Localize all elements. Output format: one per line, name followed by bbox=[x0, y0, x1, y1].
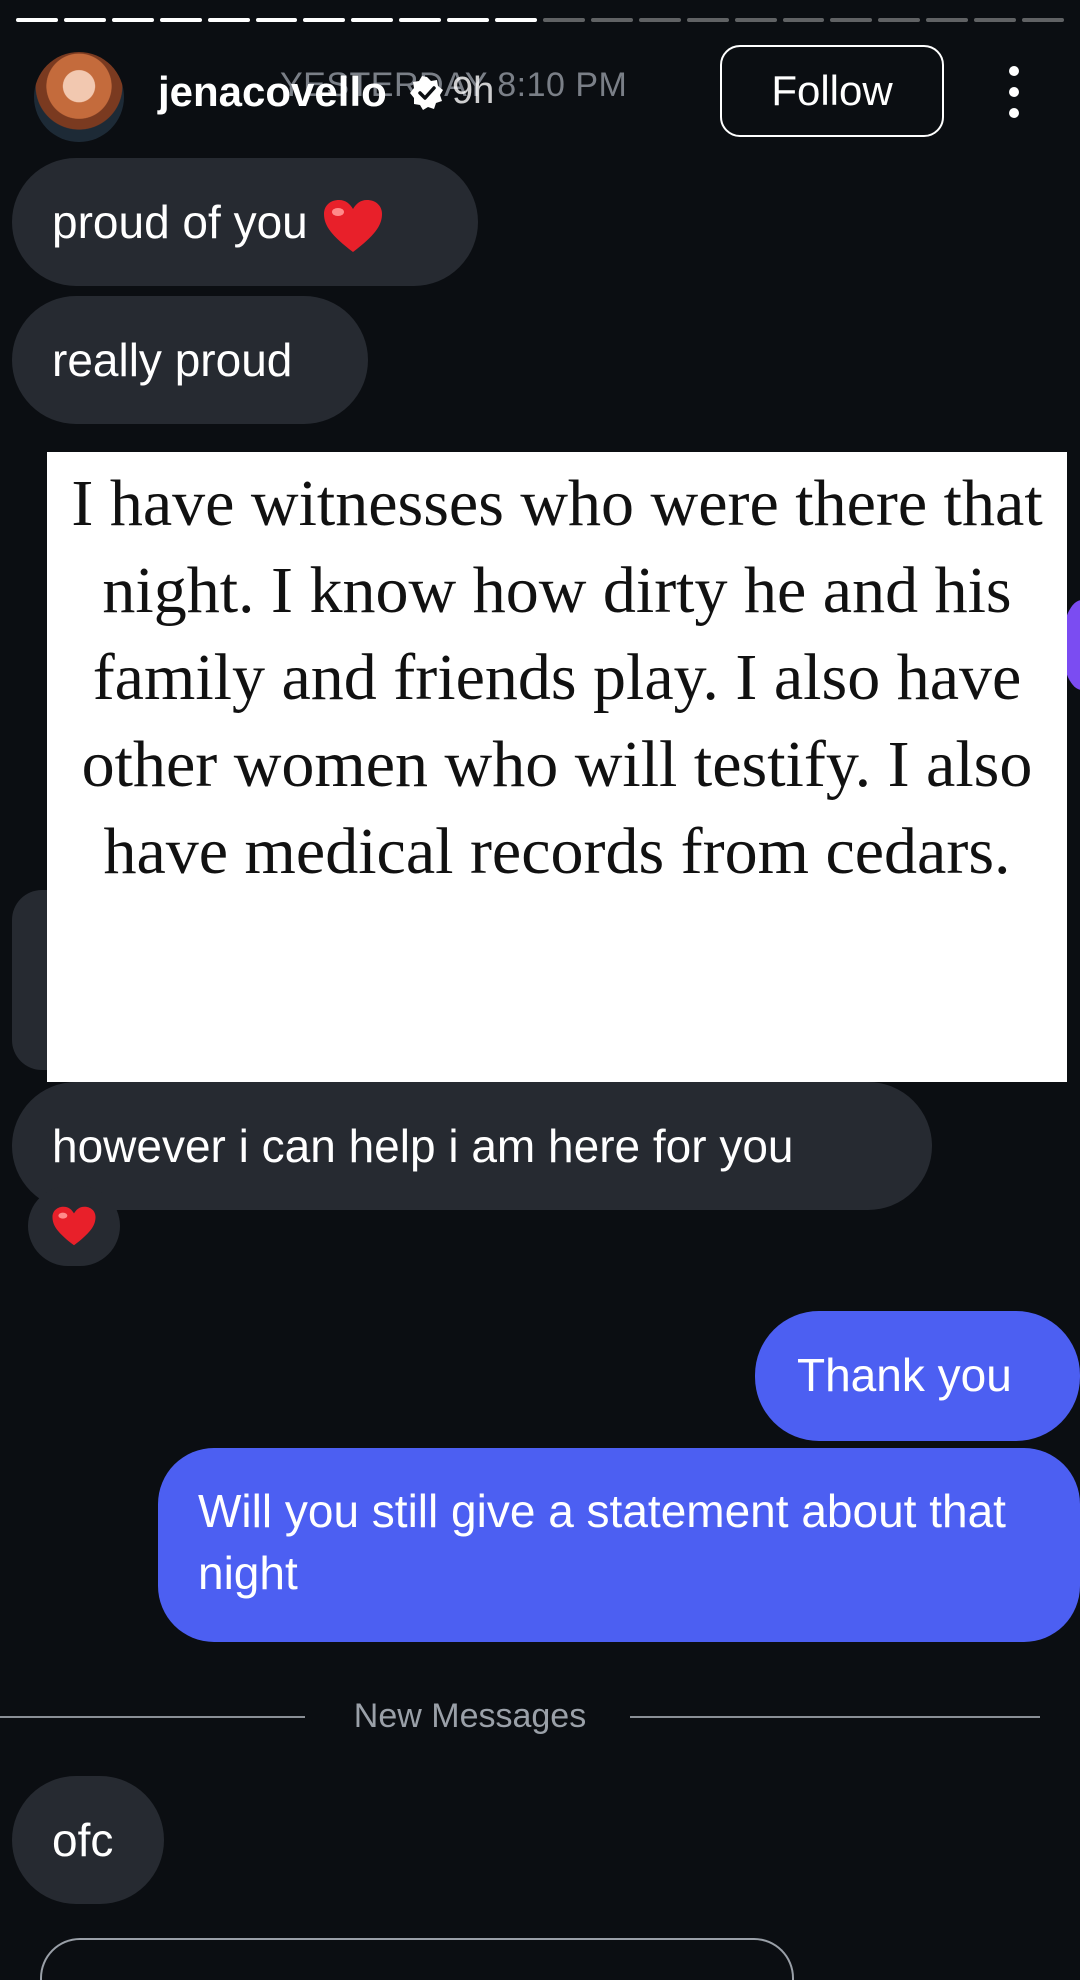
message-text: Thank you bbox=[797, 1349, 1012, 1401]
progress-segment bbox=[495, 18, 537, 22]
progress-segment bbox=[878, 18, 921, 22]
new-messages-label: New Messages bbox=[353, 1697, 587, 1735]
message-text: really proud bbox=[52, 334, 293, 386]
message-bubble-incoming[interactable]: ofc bbox=[12, 1776, 164, 1904]
reaction-badge[interactable] bbox=[28, 1186, 120, 1266]
progress-segment bbox=[16, 18, 58, 22]
progress-segment bbox=[303, 18, 346, 22]
message-bubble-outgoing[interactable]: Thank you bbox=[755, 1311, 1080, 1441]
progress-segment bbox=[686, 18, 729, 22]
progress-segment bbox=[255, 18, 298, 22]
verified-badge-icon bbox=[410, 76, 443, 110]
red-heart-emoji bbox=[52, 1206, 96, 1246]
follow-button[interactable]: Follow bbox=[720, 45, 944, 137]
progress-segment bbox=[638, 18, 681, 22]
pasted-statement-card: I have witnesses who were there that nig… bbox=[47, 452, 1067, 1082]
message-bubble-outgoing[interactable]: Will you still give a statement about th… bbox=[158, 1448, 1080, 1642]
message-text: Will you still give a statement about th… bbox=[198, 1485, 1006, 1599]
story-progress-bar bbox=[16, 18, 1064, 22]
progress-segment bbox=[926, 18, 969, 22]
progress-segment bbox=[590, 18, 633, 22]
progress-segment bbox=[399, 18, 442, 22]
avatar[interactable] bbox=[34, 52, 124, 142]
new-messages-divider: New Messages bbox=[0, 1697, 1040, 1737]
progress-segment bbox=[830, 18, 873, 22]
progress-segment bbox=[974, 18, 1017, 22]
progress-segment bbox=[1022, 18, 1064, 22]
message-text: proud of you bbox=[52, 196, 308, 248]
progress-segment bbox=[542, 18, 585, 22]
message-input-edge[interactable] bbox=[40, 1938, 794, 1980]
more-options-icon[interactable] bbox=[1000, 66, 1028, 118]
progress-segment bbox=[782, 18, 825, 22]
message-bubble-incoming[interactable]: proud of you bbox=[12, 158, 478, 286]
time-ago: 9h bbox=[452, 70, 495, 112]
progress-segment bbox=[111, 18, 154, 22]
red-heart-emoji bbox=[323, 199, 382, 252]
progress-segment bbox=[159, 18, 202, 22]
username[interactable]: jenacovello bbox=[158, 68, 387, 116]
message-bubble-incoming[interactable]: however i can help i am here for you bbox=[12, 1082, 932, 1210]
message-bubble-incoming[interactable]: really proud bbox=[12, 296, 368, 424]
progress-segment bbox=[207, 18, 250, 22]
progress-segment bbox=[734, 18, 777, 22]
message-text: ofc bbox=[52, 1814, 114, 1866]
progress-segment bbox=[351, 18, 394, 22]
progress-segment bbox=[63, 18, 106, 22]
message-text: however i can help i am here for you bbox=[52, 1120, 794, 1172]
progress-segment bbox=[447, 18, 490, 22]
